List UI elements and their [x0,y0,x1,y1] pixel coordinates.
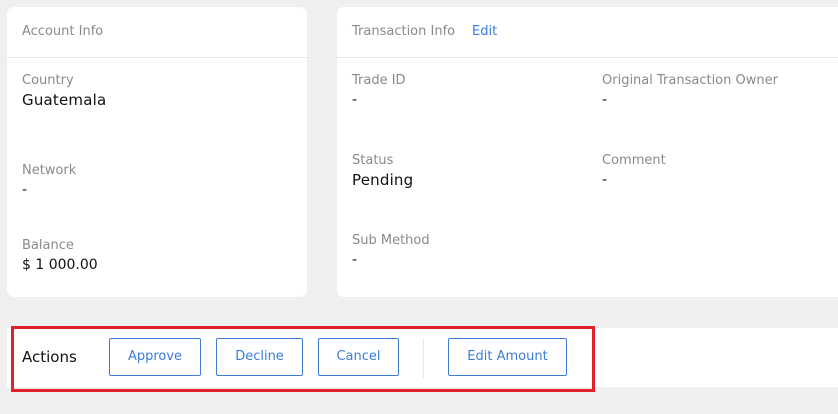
comment-value: - [602,172,608,188]
account-info-title: Account Info [22,24,104,39]
status-value: Pending [352,171,414,189]
decline-button[interactable]: Decline [216,338,303,376]
comment-label: Comment [602,153,666,168]
trade-id-label: Trade ID [352,73,406,88]
transaction-info-title: Transaction Info [352,24,456,39]
original-owner-field: Original Transaction Owner - [602,73,778,110]
status-field: Status Pending [352,153,413,190]
actions-divider [423,338,424,378]
transaction-info-card: Transaction Info Edit Trade ID - Origina… [337,7,838,297]
cancel-button[interactable]: Cancel [318,338,399,376]
transaction-edit-link[interactable]: Edit [472,24,497,39]
original-owner-label: Original Transaction Owner [602,73,778,88]
edit-amount-button[interactable]: Edit Amount [448,338,567,376]
actions-label: Actions [22,348,77,366]
sub-method-label: Sub Method [352,233,430,248]
account-info-header: Account Info [7,7,307,58]
country-value: Guatemala [22,91,107,109]
original-owner-value: - [602,92,608,108]
sub-method-value: - [352,252,358,268]
balance-value: $ 1 000.00 [22,257,98,273]
balance-label: Balance [22,238,74,253]
trade-id-value: - [352,92,358,108]
network-field: Network - [22,163,76,200]
trade-id-field: Trade ID - [352,73,406,110]
account-info-card: Account Info Country Guatemala Network -… [7,7,307,297]
comment-field: Comment - [602,153,666,190]
approve-button[interactable]: Approve [109,338,201,376]
balance-field: Balance $ 1 000.00 [22,238,98,275]
network-label: Network [22,163,77,178]
sub-method-field: Sub Method - [352,233,430,270]
network-value: - [22,182,28,198]
status-label: Status [352,153,394,168]
country-field: Country Guatemala [22,73,106,110]
country-label: Country [22,73,74,88]
transaction-info-header: Transaction Info Edit [337,7,838,58]
